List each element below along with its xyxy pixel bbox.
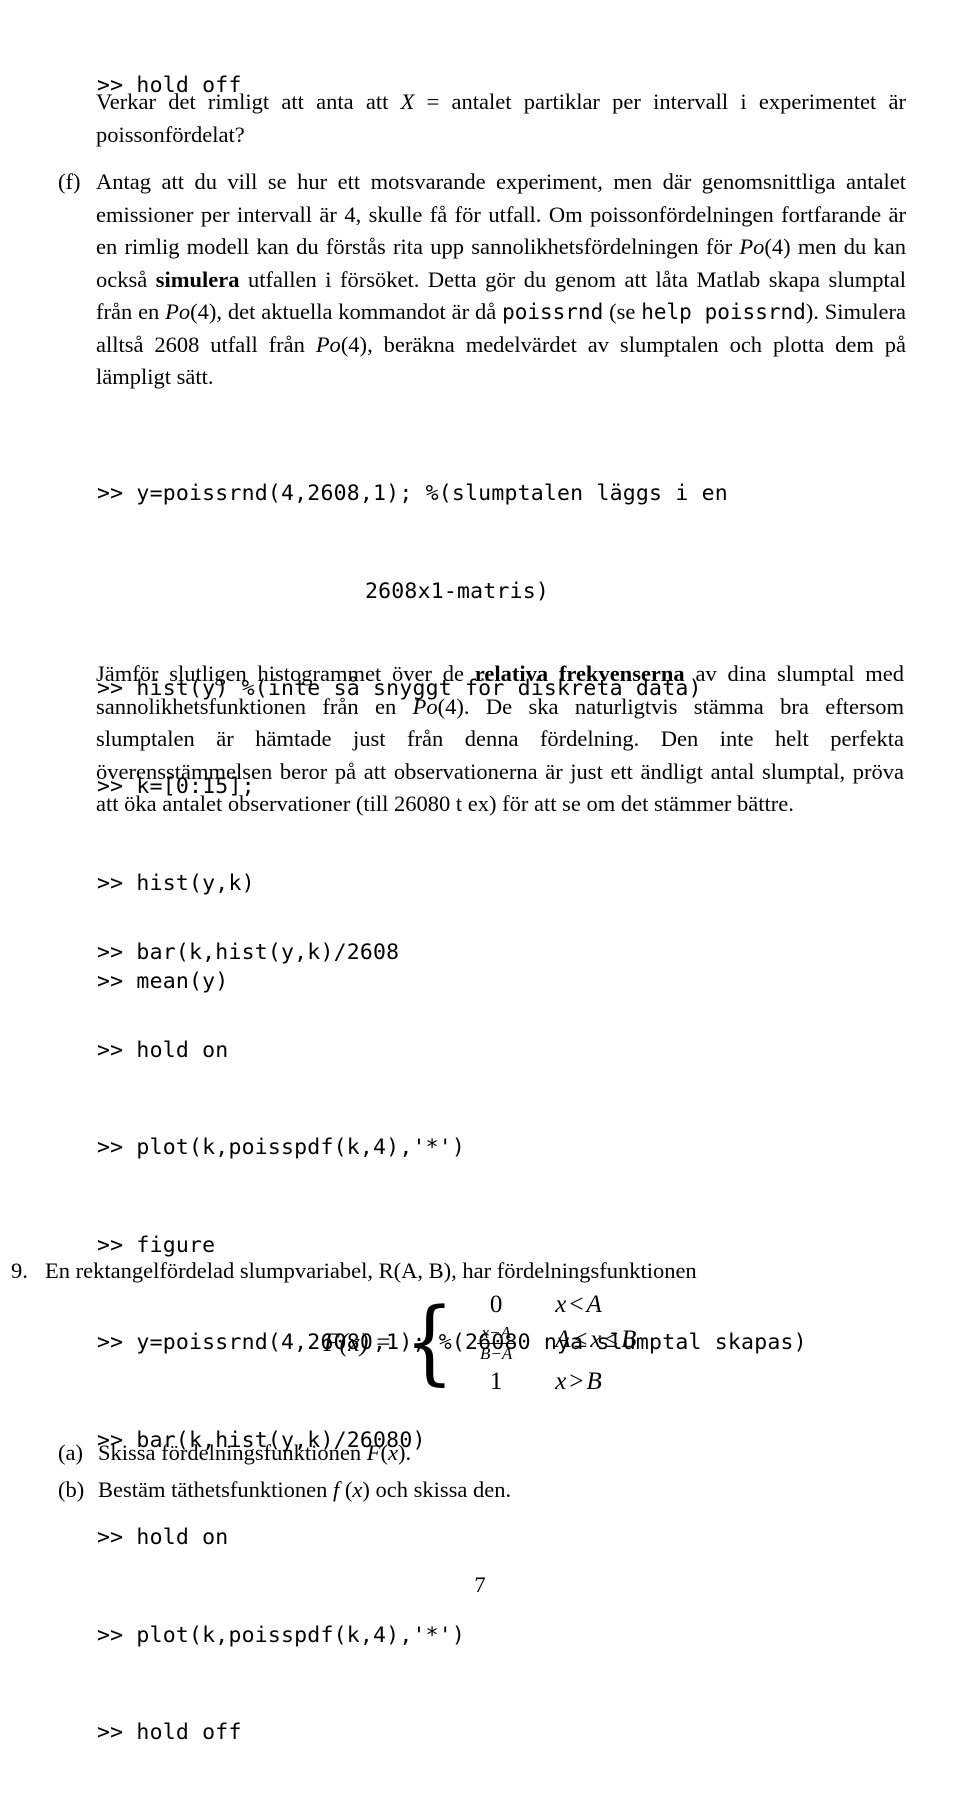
- formula-case-condition: x > B: [555, 1365, 636, 1398]
- paragraph-verkar-part1: Verkar det rimligt att anta att: [96, 89, 401, 114]
- formula-lhs-x: x: [348, 1327, 360, 1357]
- list-item-f: (f) Antag att du vill se hur ett motsvar…: [58, 166, 906, 394]
- po-symbol: Po: [412, 693, 438, 719]
- cond-right: B: [621, 1326, 637, 1353]
- list-item-f-label: (f): [58, 169, 81, 194]
- code-line: >> plot(k,poisspdf(k,4),'*'): [97, 1135, 466, 1160]
- item-f-bold-simulera: simulera: [155, 266, 240, 292]
- po-symbol: Po: [315, 331, 341, 357]
- cond-op: >: [569, 1367, 584, 1395]
- item-f-s5: (se: [603, 299, 642, 324]
- list-item-f-body: Antag att du vill se hur ett motsvarande…: [96, 166, 906, 394]
- formula-lhs: F(x): [324, 1328, 375, 1358]
- list-item-a-body: Skissa fördelningsfunktionen F(x).: [98, 1437, 758, 1470]
- formula-equals: =: [376, 1328, 391, 1356]
- cond-op2: ≤: [604, 1326, 619, 1353]
- math-variable-x: X: [400, 89, 415, 114]
- formula-distribution-function: F(x) = { 0 x < A x−A B−A A ≤ x ≤ B 1 x > B: [0, 1288, 960, 1398]
- cond-left: x: [555, 1291, 567, 1318]
- inline-code-poissrnd: poissrnd: [502, 300, 604, 324]
- po-arg: (4): [190, 299, 217, 324]
- code-line: >> hold on: [97, 1037, 229, 1063]
- page-number: 7: [474, 1572, 486, 1597]
- fraction-numerator: x−A: [481, 1323, 511, 1342]
- formula-brace: {: [405, 1288, 455, 1396]
- item-f-s4: , det aktuella kommandot är då: [216, 299, 503, 324]
- formula-lhs-close: ): [359, 1327, 369, 1357]
- code-line-continuation: 2608x1-matris): [365, 578, 550, 604]
- code-line: >> bar(k,hist(y,k)/2608: [97, 940, 400, 965]
- list-item-9-body: En rektangelfördelad slumpvariabel, R(A,…: [45, 1258, 697, 1283]
- para-jamfor-s1: Jämför slutligen histogrammet över de: [96, 661, 475, 686]
- para-jamfor-bold-relativa-frekvenserna: relativa frekvenserna: [474, 661, 685, 686]
- formula-case-condition: A ≤ x ≤ B: [555, 1323, 636, 1363]
- list-item-b: (b) Bestäm täthetsfunktionen f (x) och s…: [58, 1474, 758, 1507]
- list-item-9: 9. En rektangelfördelad slumpvariabel, R…: [11, 1255, 909, 1288]
- code-line: >> y=poissrnd(4,2608,1); %(slumptalen lä…: [97, 481, 728, 506]
- math-equals: =: [414, 89, 452, 114]
- formula-lhs-f: F: [323, 1327, 340, 1357]
- po-arg: (4): [437, 693, 464, 719]
- math-x: x: [387, 1440, 398, 1465]
- list-item-b-label: (b): [58, 1477, 85, 1502]
- document-page: >> hold off Verkar det rimligt att anta …: [0, 0, 960, 1745]
- cond-left: x: [555, 1367, 567, 1395]
- formula-case-value: x−A B−A: [477, 1323, 516, 1363]
- cond-op: ≤: [573, 1326, 588, 1353]
- item-a-s1: Skissa fördelningsfunktionen: [98, 1440, 367, 1465]
- formula-case-condition: x < A: [555, 1288, 636, 1321]
- math-x: x: [352, 1477, 363, 1502]
- list-item-9-label: 9.: [11, 1258, 28, 1283]
- formula-cases: 0 x < A x−A B−A A ≤ x ≤ B 1 x > B: [461, 1288, 636, 1398]
- formula-lhs-open: (: [339, 1327, 349, 1357]
- po-symbol: Po: [165, 299, 191, 324]
- inline-code-help-poissrnd: help poissrnd: [641, 300, 806, 324]
- cond-right: A: [586, 1291, 602, 1318]
- code-line: >> hold on: [97, 1525, 229, 1550]
- math-open: (: [339, 1477, 353, 1502]
- item-b-s2: och skissa den.: [369, 1477, 512, 1502]
- math-F: F: [366, 1440, 381, 1465]
- list-item-a: (a) Skissa fördelningsfunktionen F(x).: [58, 1437, 758, 1470]
- math-close: ): [362, 1477, 370, 1502]
- item-b-s1: Bestäm täthetsfunktionen: [98, 1477, 333, 1502]
- math-open: (: [380, 1440, 388, 1465]
- cond-mid: x: [590, 1326, 602, 1353]
- paragraph-verkar: Verkar det rimligt att anta att X = anta…: [96, 86, 906, 151]
- code-line: >> plot(k,poisspdf(k,4),'*'): [97, 1622, 466, 1648]
- po-symbol: Po: [739, 234, 765, 259]
- list-item-b-body: Bestäm täthetsfunktionen f (x) och skiss…: [98, 1474, 758, 1507]
- code-line: >> hold off: [97, 1720, 242, 1745]
- cond-op: <: [569, 1291, 584, 1318]
- fraction-denominator: B−A: [477, 1343, 516, 1363]
- item-a-s2: .: [405, 1440, 412, 1465]
- po-arg: (4): [340, 331, 368, 357]
- cond-right: B: [586, 1367, 602, 1395]
- list-item-a-label: (a): [58, 1440, 83, 1465]
- formula-case-value: 1: [489, 1367, 503, 1395]
- cond-left: A: [555, 1326, 571, 1353]
- paragraph-jamfor: Jämför slutligen histogrammet över de re…: [96, 658, 904, 821]
- po-arg: (4): [764, 234, 791, 259]
- formula-case-value: 0: [489, 1291, 503, 1318]
